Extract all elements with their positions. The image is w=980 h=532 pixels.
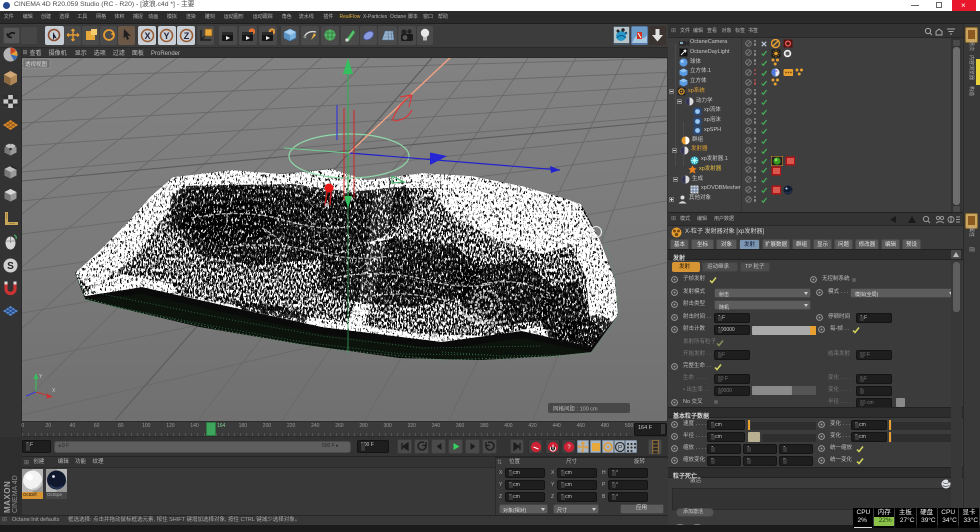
svg-text:网格间距 : 100 cm: 网格间距 : 100 cm <box>553 405 598 413</box>
svg-text:透视视图: 透视视图 <box>25 60 48 68</box>
svg-text:X: X <box>144 31 150 41</box>
svg-text:S: S <box>7 261 14 272</box>
svg-text:Z: Z <box>183 31 189 41</box>
svg-text:Y: Y <box>163 31 169 41</box>
svg-text:P: P <box>617 444 621 451</box>
